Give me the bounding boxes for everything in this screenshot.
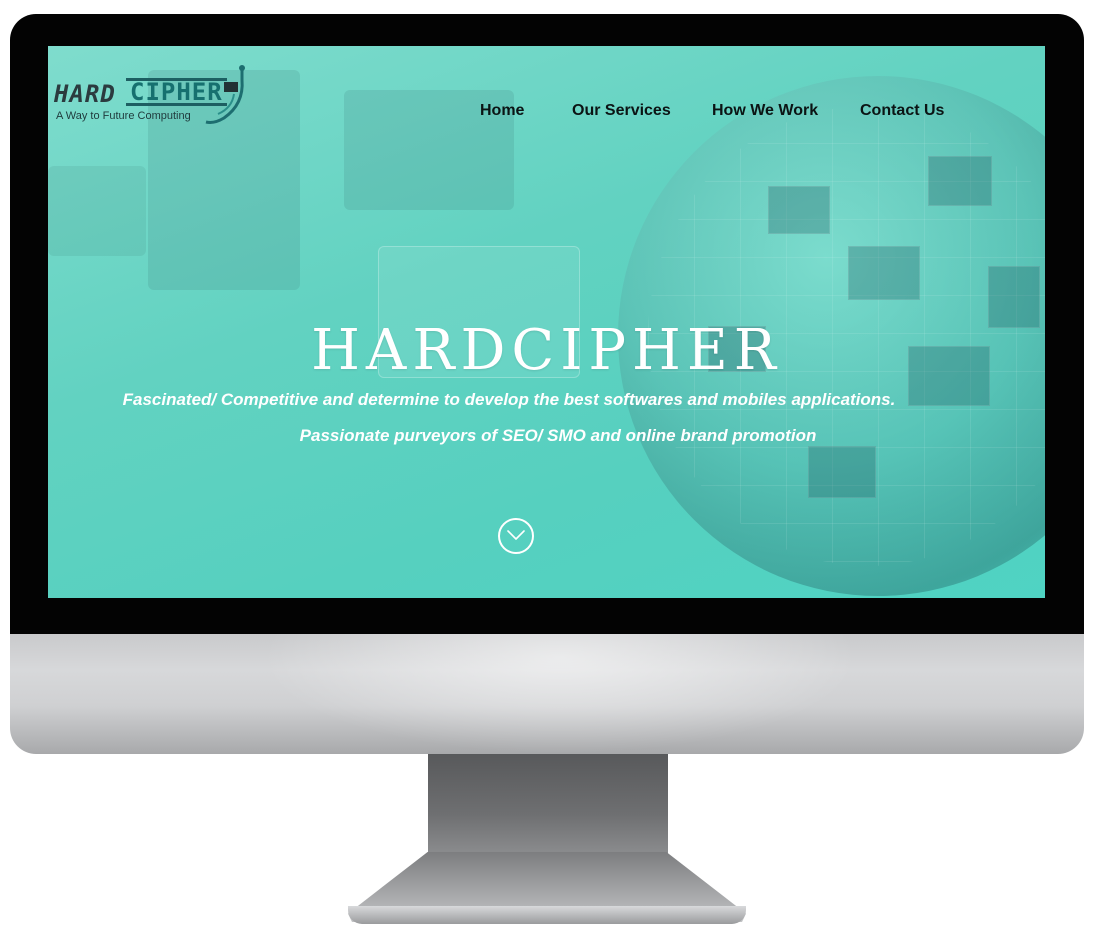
chevron-down-icon <box>507 530 525 540</box>
hero-tagline-2: Passionate purveyors of SEO/ SMO and onl… <box>299 426 817 445</box>
scroll-down-button[interactable] <box>498 518 534 554</box>
monitor-stand-neck <box>428 754 668 854</box>
monitor-mockup: HARD CIPHER A Way to Future Computing Ho… <box>0 0 1096 942</box>
website-screen: HARD CIPHER A Way to Future Computing Ho… <box>48 46 1045 598</box>
nav-contact-us[interactable]: Contact Us <box>860 102 944 120</box>
hero-title: HARDCIPHER <box>311 318 782 383</box>
hero-tagline-1: Fascinated/ Competitive and determine to… <box>122 390 896 409</box>
nav-home[interactable]: Home <box>480 102 524 120</box>
nav-our-services[interactable]: Our Services <box>572 102 671 120</box>
monitor-chin <box>10 634 1084 754</box>
monitor-stand-base <box>348 906 746 924</box>
main-navigation: Home Our Services How We Work Contact Us <box>48 102 1045 126</box>
background-image-panel <box>48 166 146 256</box>
nav-how-we-work[interactable]: How We Work <box>712 102 818 120</box>
